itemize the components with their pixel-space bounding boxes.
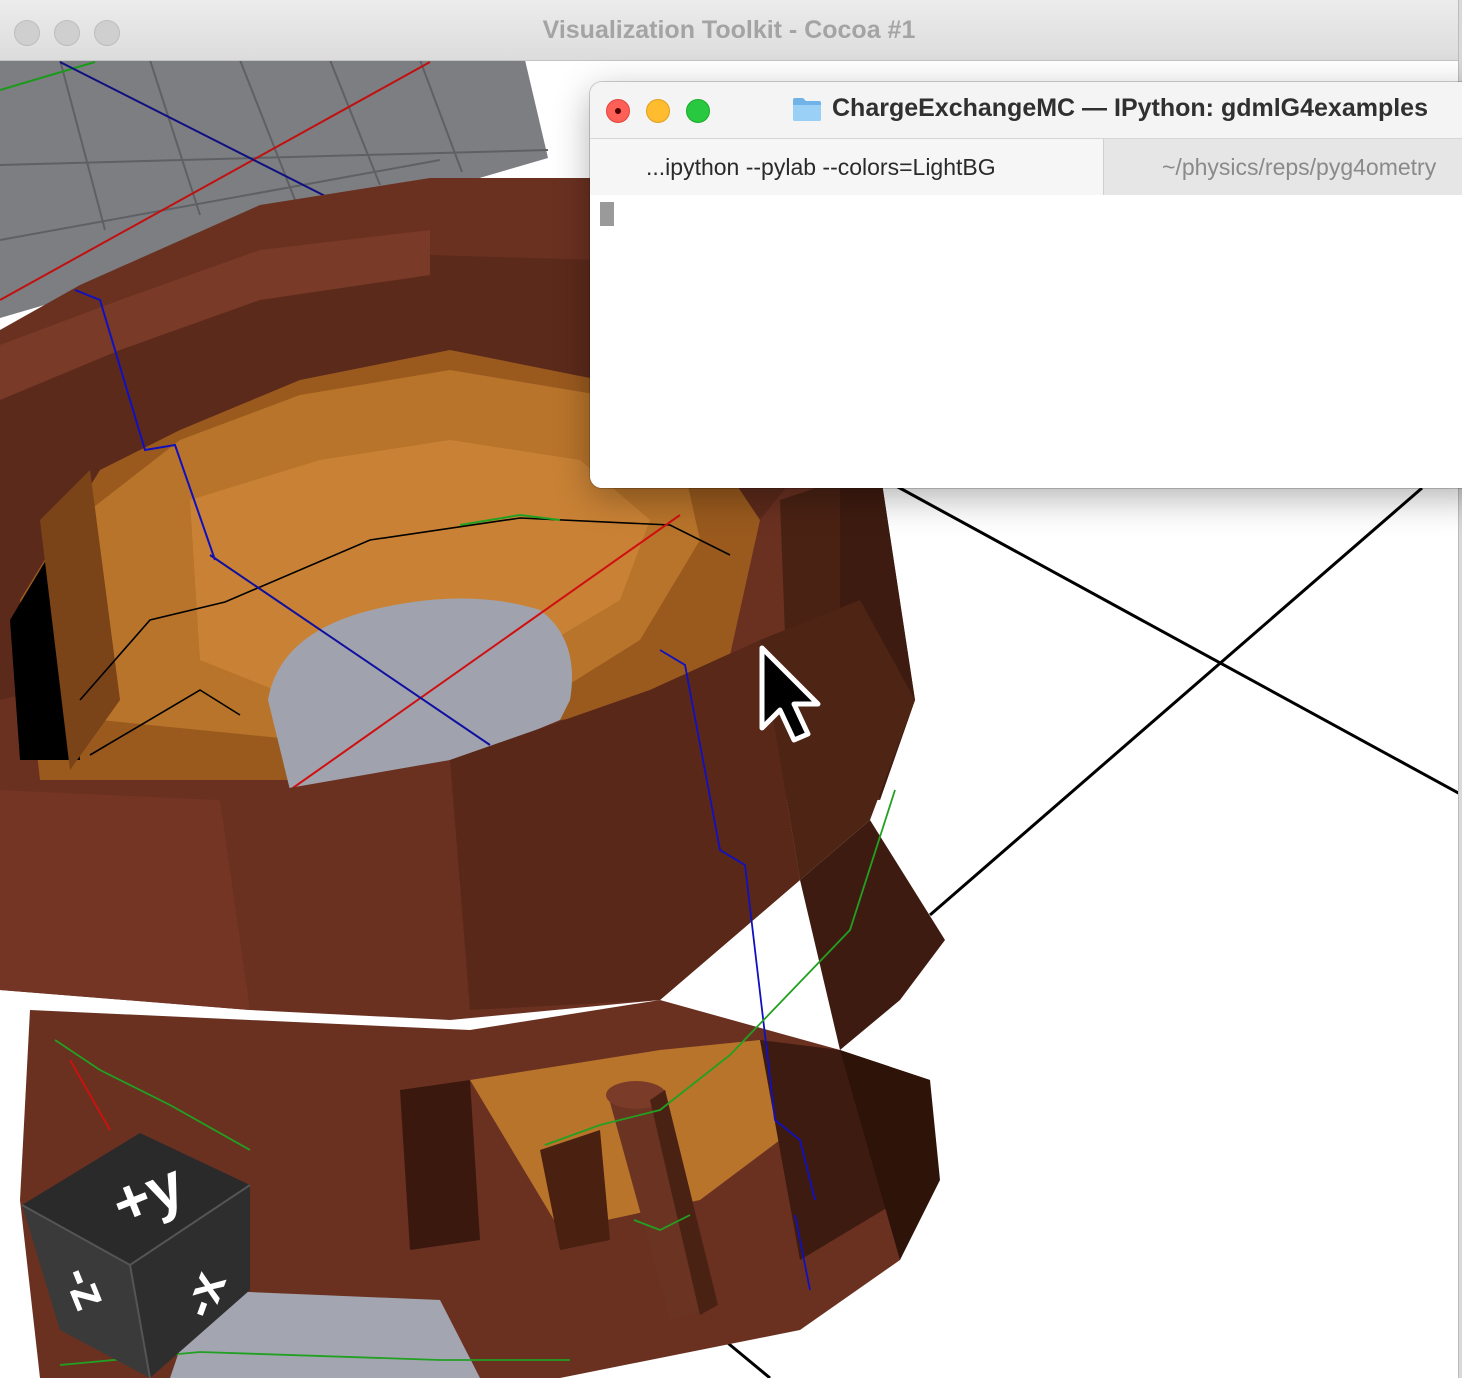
tab-ipython[interactable]: ...ipython --pylab --colors=LightBG [590, 139, 1104, 195]
mouse-pointer-icon [759, 645, 821, 743]
folder-icon [793, 98, 821, 121]
text-cursor [600, 202, 614, 226]
terminal-text-area[interactable] [590, 195, 1462, 488]
terminal-close-button[interactable] [606, 99, 630, 123]
tab-pyg4ometry[interactable]: ~/physics/reps/pyg4ometry [1104, 139, 1462, 195]
terminal-maximize-button[interactable] [686, 99, 710, 123]
terminal-window-title: ChargeExchangeMC — IPython: gdmlG4exampl… [832, 94, 1428, 122]
terminal-tab-bar: ...ipython --pylab --colors=LightBG ~/ph… [590, 138, 1462, 196]
vtk-window-title: Visualization Toolkit - Cocoa #1 [542, 16, 916, 44]
vtk-titlebar: Visualization Toolkit - Cocoa #1 [0, 0, 1458, 61]
terminal-window[interactable]: ChargeExchangeMC — IPython: gdmlG4exampl… [590, 82, 1462, 488]
terminal-titlebar[interactable]: ChargeExchangeMC — IPython: gdmlG4exampl… [590, 82, 1462, 138]
terminal-minimize-button[interactable] [646, 99, 670, 123]
